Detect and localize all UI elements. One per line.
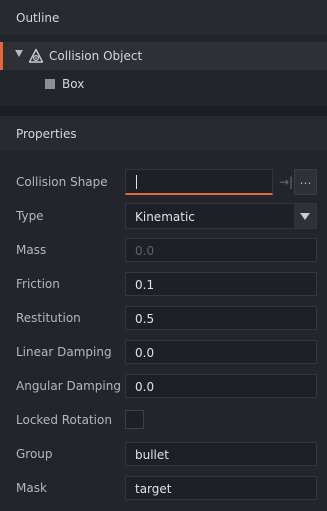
type-dropdown-button[interactable] xyxy=(294,204,316,228)
outline-item-box[interactable]: Box xyxy=(0,70,327,98)
panel-divider[interactable] xyxy=(0,106,327,116)
mass-label: Mass xyxy=(16,243,47,257)
locked-rotation-label: Locked Rotation xyxy=(16,413,112,427)
restitution-label: Restitution xyxy=(16,311,81,325)
mass-field[interactable]: 0.0 xyxy=(125,238,317,262)
group-field[interactable]: bullet xyxy=(125,442,317,466)
outline-item-label: Collision Object xyxy=(49,49,143,63)
friction-label: Friction xyxy=(16,277,60,291)
angular-damping-label: Angular Damping xyxy=(16,379,121,393)
expand-arrow-icon[interactable] xyxy=(15,50,23,57)
properties-title: Properties xyxy=(16,127,77,141)
selection-accent xyxy=(0,42,3,70)
text-caret xyxy=(136,175,137,189)
box-icon xyxy=(45,79,55,89)
outline-panel-header: Outline xyxy=(0,0,327,35)
goto-resource-icon[interactable]: →| xyxy=(279,175,293,189)
game-object-icon xyxy=(28,48,44,63)
mask-label: Mask xyxy=(16,481,47,495)
collision-shape-input[interactable] xyxy=(125,169,273,195)
type-label: Type xyxy=(16,209,44,223)
group-label: Group xyxy=(16,447,53,461)
type-select-value: Kinematic xyxy=(135,210,195,224)
linear-damping-label: Linear Damping xyxy=(16,345,112,359)
friction-field[interactable]: 0.1 xyxy=(125,272,317,296)
locked-rotation-checkbox[interactable] xyxy=(125,410,144,429)
chevron-down-icon xyxy=(300,213,310,220)
collision-shape-label: Collision Shape xyxy=(16,175,108,189)
restitution-field[interactable]: 0.5 xyxy=(125,306,317,330)
outline-item-collision-object[interactable]: Collision Object xyxy=(0,42,327,70)
outline-title: Outline xyxy=(16,11,60,25)
type-select[interactable]: Kinematic xyxy=(125,203,317,229)
mask-field[interactable]: target xyxy=(125,476,317,500)
linear-damping-field[interactable]: 0.0 xyxy=(125,340,317,364)
outline-item-label: Box xyxy=(62,77,85,91)
properties-panel-header: Properties xyxy=(0,116,327,151)
angular-damping-field[interactable]: 0.0 xyxy=(125,374,317,398)
browse-button[interactable]: … xyxy=(294,169,317,195)
